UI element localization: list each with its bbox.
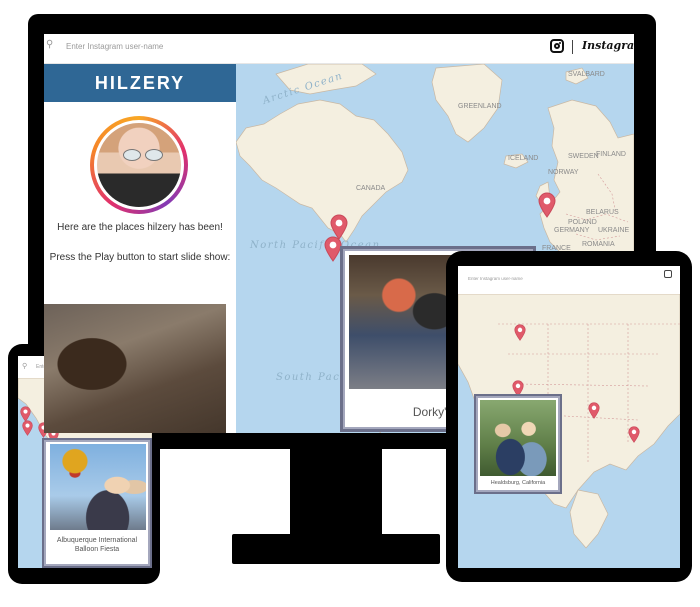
slideshow-photo[interactable] bbox=[44, 304, 226, 433]
desktop-top-bar: ⚲ Instagram bbox=[44, 34, 634, 64]
map-pin[interactable] bbox=[514, 324, 526, 341]
map-pin[interactable] bbox=[538, 192, 556, 218]
tablet-search-input[interactable] bbox=[468, 272, 588, 284]
tablet-photo-popup[interactable]: Healdsburg, California bbox=[474, 394, 562, 494]
tablet-map[interactable]: Healdsburg, California bbox=[458, 294, 680, 568]
popup-caption: Albuquerque International Balloon Fiesta bbox=[56, 537, 138, 553]
avatar bbox=[94, 120, 184, 210]
popup-caption: Healdsburg, California bbox=[490, 480, 546, 486]
search-icon: ⚲ bbox=[22, 363, 28, 370]
tablet-screen: Healdsburg, California bbox=[458, 266, 680, 568]
country-label-poland: POLAND bbox=[568, 219, 597, 226]
map-pin[interactable] bbox=[628, 426, 640, 443]
brand-divider bbox=[572, 40, 573, 54]
map-pin[interactable] bbox=[22, 420, 33, 436]
popup-photo bbox=[50, 444, 146, 530]
slideshow-instructions: Press the Play button to start slide sho… bbox=[49, 252, 231, 263]
desktop-monitor-stand bbox=[290, 449, 382, 534]
country-label-greenland: GREENLAND bbox=[458, 103, 502, 110]
tablet-top-bar bbox=[458, 266, 680, 294]
country-label-romania: ROMANIA bbox=[582, 241, 615, 248]
instagram-glyph-icon[interactable] bbox=[664, 270, 672, 278]
slideshow-photo-subject bbox=[52, 334, 132, 394]
country-label-belarus: BELARUS bbox=[586, 209, 619, 216]
country-label-finland: FINLAND bbox=[596, 151, 626, 158]
places-text: Here are the places hilzery has been! bbox=[57, 222, 223, 233]
search-icon: ⚲ bbox=[46, 39, 54, 50]
popup-photo bbox=[480, 400, 556, 476]
country-label-canada: CANADA bbox=[356, 185, 386, 192]
instagram-glyph-icon[interactable] bbox=[550, 39, 564, 53]
country-label-ukraine: UKRAINE bbox=[598, 227, 629, 234]
desktop-search-input[interactable] bbox=[66, 38, 316, 54]
desktop-sidebar: HILZERY Here are the places hilzery has … bbox=[44, 64, 236, 433]
map-pin[interactable] bbox=[588, 402, 600, 419]
profile-avatar-ring bbox=[90, 116, 188, 214]
avatar-photo-detail bbox=[123, 149, 163, 161]
country-label-svalbard: SVALBARD bbox=[568, 71, 605, 78]
country-label-iceland: ICELAND bbox=[508, 155, 538, 162]
country-label-norway: NORWAY bbox=[548, 169, 579, 176]
instagram-wordmark[interactable]: Instagram bbox=[582, 39, 634, 52]
phone-photo-popup[interactable]: Albuquerque International Balloon Fiesta bbox=[42, 438, 152, 568]
username-header: HILZERY bbox=[44, 64, 236, 102]
country-label-sweden: SWEDEN bbox=[568, 153, 599, 160]
desktop-monitor-base bbox=[232, 534, 440, 564]
country-label-germany: GERMANY bbox=[554, 227, 590, 234]
